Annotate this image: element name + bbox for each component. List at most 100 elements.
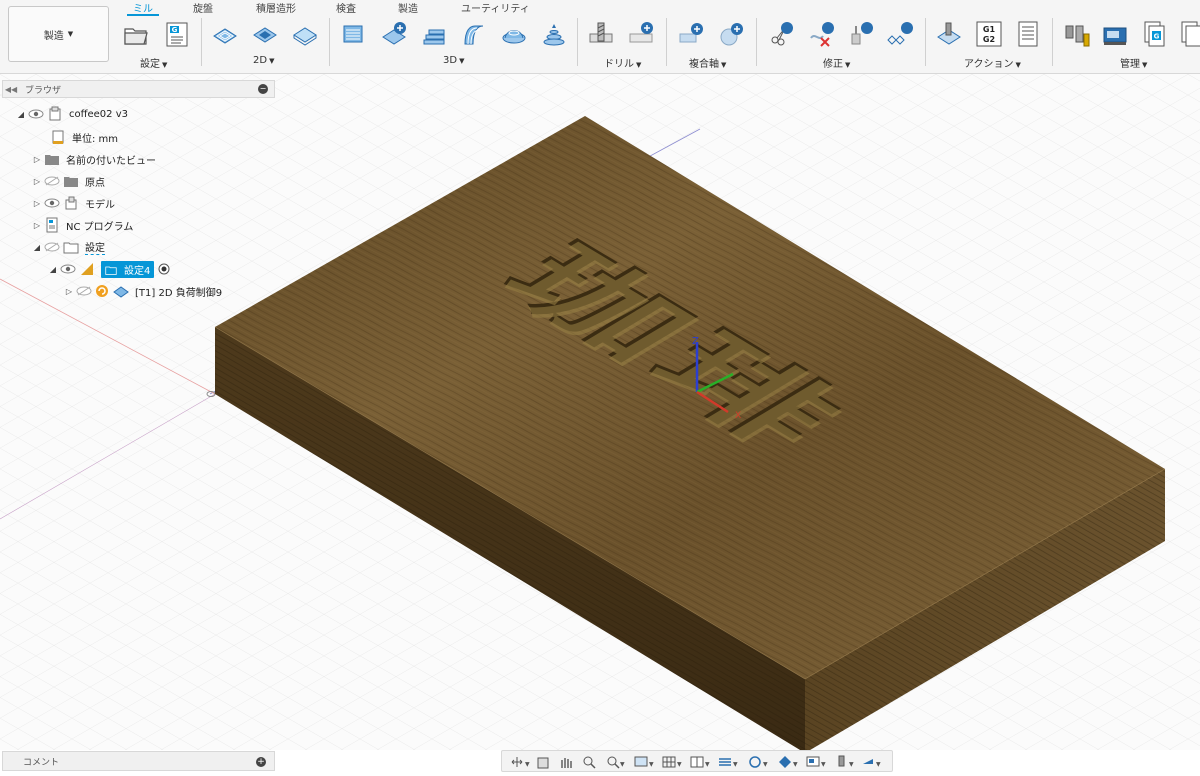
tree-label: 名前の付いたビュー xyxy=(66,155,156,167)
group-actions[interactable]: アクション ▼ xyxy=(964,55,1021,70)
swarf-icon[interactable] xyxy=(677,20,705,48)
zoom-icon[interactable] xyxy=(578,754,602,770)
machine-library-icon[interactable] xyxy=(1101,20,1129,48)
group-setup-label: 設定 xyxy=(140,59,160,70)
setup-sheet-icon[interactable] xyxy=(1014,20,1042,48)
grid-icon[interactable]: ▼ xyxy=(660,754,684,770)
document-units-icon xyxy=(52,130,64,144)
2d-adaptive-op-icon xyxy=(113,286,129,298)
template-library-icon[interactable] xyxy=(1178,20,1200,48)
tree-named-views[interactable]: ▷ 名前の付いたビュー xyxy=(30,149,156,169)
2d-adaptive-icon[interactable] xyxy=(211,20,239,48)
selected-setup[interactable]: 設定4 xyxy=(101,260,155,278)
group-drilling[interactable]: ドリル ▼ xyxy=(604,55,641,70)
visibility-hidden-icon[interactable] xyxy=(44,175,60,187)
svg-text:▼: ▼ xyxy=(649,761,654,768)
tree-root[interactable]: ◢ coffee02 v3 xyxy=(14,104,128,124)
delete-toolpath-icon[interactable] xyxy=(807,20,835,48)
browser-menu-button[interactable]: − xyxy=(258,84,268,94)
visibility-hidden-icon[interactable] xyxy=(44,241,60,253)
svg-text:▼: ▼ xyxy=(677,761,682,768)
group-3d[interactable]: 3D ▼ xyxy=(443,55,464,66)
tree-origin[interactable]: ▷ 原点 xyxy=(30,171,105,191)
contour-icon[interactable] xyxy=(540,20,568,48)
multiaxis-contour-icon[interactable] xyxy=(717,20,745,48)
visibility-eye-icon[interactable] xyxy=(44,197,60,209)
workspace-switcher[interactable]: 製造 ▼ xyxy=(8,6,109,62)
tab-additive[interactable]: 積層造形 xyxy=(256,0,296,15)
expand-arrow-icon[interactable]: ▷ xyxy=(62,287,76,296)
3d-pocket-icon[interactable] xyxy=(380,20,408,48)
tool-display-icon[interactable]: ▼ xyxy=(832,754,856,770)
group-setup[interactable]: 設定 ▼ xyxy=(140,55,167,70)
group-multiaxis[interactable]: 複合軸 ▼ xyxy=(689,55,726,70)
tab-mill[interactable]: ミル xyxy=(127,0,159,16)
group-multiaxis-label: 複合軸 xyxy=(689,59,719,70)
collapse-panel-icon[interactable]: ◀◀ xyxy=(3,85,19,94)
setup-folder-icon[interactable] xyxy=(122,20,150,48)
expand-arrow-icon[interactable]: ▷ xyxy=(30,221,44,230)
expand-arrow-icon[interactable]: ◢ xyxy=(30,243,44,252)
move-toolpath-icon[interactable] xyxy=(847,20,875,48)
steep-shallow-icon[interactable] xyxy=(420,20,448,48)
group-3d-label: 3D xyxy=(443,55,458,66)
expand-arrow-icon[interactable]: ◢ xyxy=(14,110,28,119)
visibility-eye-icon[interactable] xyxy=(28,108,44,120)
simulation-icon[interactable]: ▼ xyxy=(860,754,884,770)
tree-label: モデル xyxy=(85,199,115,211)
tool-library-icon[interactable] xyxy=(1063,20,1091,48)
nc-program-icon[interactable]: G xyxy=(163,20,191,48)
pattern-icon[interactable] xyxy=(887,20,915,48)
section-icon[interactable]: ▼ xyxy=(716,754,740,770)
orbit-icon[interactable]: ▼ xyxy=(506,754,530,770)
visual-style-icon[interactable]: ▼ xyxy=(776,754,800,770)
tab-inspection[interactable]: 検査 xyxy=(336,0,356,15)
trim-icon[interactable] xyxy=(767,20,795,48)
face-icon[interactable] xyxy=(291,20,319,48)
svg-text:G: G xyxy=(172,26,178,34)
group-manage[interactable]: 管理 ▼ xyxy=(1120,55,1147,70)
visibility-eye-icon[interactable] xyxy=(60,263,76,275)
post-library-icon[interactable]: G xyxy=(1141,20,1169,48)
drill-plus-icon[interactable] xyxy=(627,20,655,48)
tab-utilities[interactable]: ユーティリティ xyxy=(461,0,530,15)
object-visibility-icon[interactable]: ▼ xyxy=(804,754,828,770)
simulate-icon[interactable] xyxy=(935,20,963,48)
folder-icon xyxy=(64,177,78,187)
environment-icon[interactable]: ▼ xyxy=(746,754,770,770)
tree-setups[interactable]: ◢ 設定 xyxy=(30,237,105,257)
viewports-icon[interactable]: ▼ xyxy=(688,754,712,770)
activate-radio-icon[interactable] xyxy=(158,263,170,275)
tree-units[interactable]: 単位: mm xyxy=(50,127,118,147)
scallop-icon[interactable] xyxy=(500,20,528,48)
group-modify[interactable]: 修正 ▼ xyxy=(823,55,850,70)
expand-arrow-icon[interactable]: ◢ xyxy=(46,265,60,274)
pan-icon[interactable] xyxy=(554,754,578,770)
tree-label: coffee02 v3 xyxy=(69,108,128,120)
tree-model[interactable]: ▷ モデル xyxy=(30,193,115,213)
drill-icon[interactable] xyxy=(587,20,615,48)
expand-arrow-icon[interactable]: ▷ xyxy=(30,177,44,186)
add-comment-button[interactable]: + xyxy=(256,757,266,767)
regenerate-warning-icon xyxy=(96,285,108,297)
viewport-canvas[interactable]: 珈 珈 琲 琲 Z X xyxy=(0,74,1200,750)
setups-folder-icon xyxy=(63,242,79,254)
parallel-icon[interactable] xyxy=(460,20,488,48)
expand-arrow-icon[interactable]: ▷ xyxy=(30,155,44,164)
expand-arrow-icon[interactable]: ▷ xyxy=(30,199,44,208)
tab-fabrication[interactable]: 製造 xyxy=(398,0,418,15)
display-settings-icon[interactable]: ▼ xyxy=(632,754,656,770)
tab-turning[interactable]: 旋盤 xyxy=(193,0,213,15)
post-process-icon[interactable]: G1 G2 xyxy=(975,20,1003,48)
browser-panel-header[interactable]: ◀◀ ブラウザ − xyxy=(2,80,275,98)
zoom-window-icon[interactable]: ▼ xyxy=(602,754,626,770)
comments-panel[interactable]: コメント + xyxy=(2,751,275,771)
group-2d[interactable]: 2D ▼ xyxy=(253,55,274,66)
2d-pocket-icon[interactable] xyxy=(251,20,279,48)
visibility-hidden-icon[interactable] xyxy=(76,285,92,297)
tree-nc-programs[interactable]: ▷ NC プログラム xyxy=(30,215,133,235)
3d-adaptive-icon[interactable] xyxy=(339,20,367,48)
look-at-icon[interactable] xyxy=(532,754,556,770)
tree-operation[interactable]: ▷ [T1] 2D 負荷制御9 xyxy=(62,281,222,301)
tree-setup4[interactable]: ◢ 設定4 xyxy=(46,259,170,279)
